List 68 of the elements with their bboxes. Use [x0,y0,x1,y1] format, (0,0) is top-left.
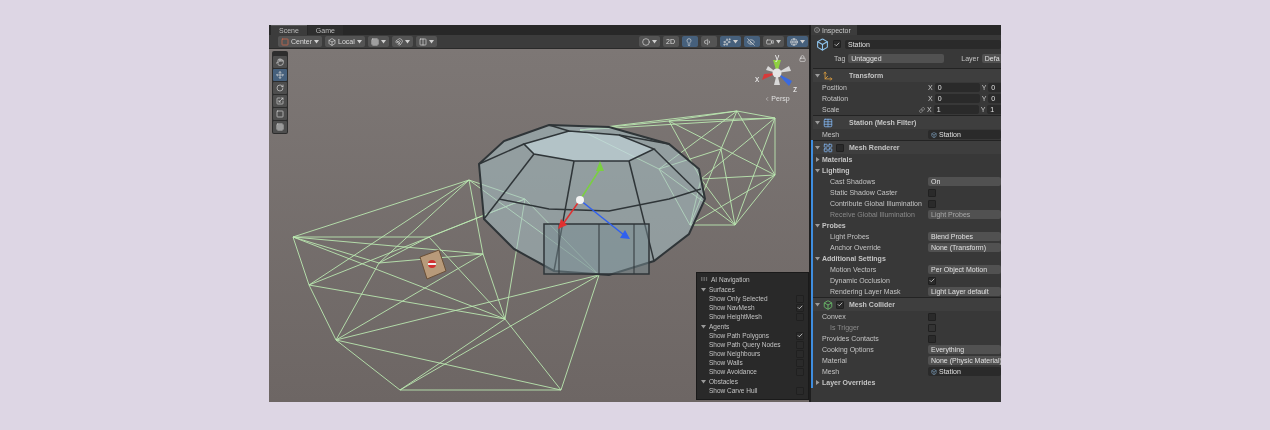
sparkles-icon [723,37,731,46]
lightbulb-icon [685,37,693,46]
info-icon [814,27,820,33]
tool-button[interactable] [273,56,287,68]
foldout-triangle-icon[interactable] [815,73,820,78]
checkbox[interactable] [928,188,936,197]
axes-icon [823,70,833,81]
toolbar-icon-button[interactable] [763,36,784,47]
tool-button[interactable] [273,121,287,133]
toolbar-icon-button[interactable] [744,36,760,47]
checkbox[interactable] [928,334,936,343]
move-icon [276,71,284,79]
checkbox[interactable] [833,40,841,48]
collider-icon [823,299,833,310]
globe-icon [790,37,798,46]
toolbar-icon-button[interactable] [639,36,660,47]
camera-icon [766,37,774,46]
toolbar-icon-button[interactable] [701,36,717,47]
foldout-triangle-icon[interactable] [701,323,706,329]
toolbar-icon-button[interactable] [787,36,808,47]
eye-off-icon [747,37,755,46]
checkbox[interactable] [928,276,936,285]
rotate-icon [276,84,284,92]
toolbar-icon-button[interactable] [367,36,389,47]
rect-icon [276,110,284,118]
scale-icon [276,97,284,105]
lock-icon[interactable] [799,55,806,62]
magnet-icon [394,37,403,46]
foldout-triangle-icon[interactable] [815,223,820,228]
speaker-icon [704,37,712,46]
toolbar-icon-button[interactable] [415,36,437,47]
checkbox[interactable] [796,331,804,340]
mesh-icon [931,131,937,138]
cube-icon [328,37,336,46]
chevron-left-icon [764,95,771,102]
hand-icon [276,58,284,66]
columns-icon [418,37,427,46]
tool-button[interactable] [273,69,287,81]
checkbox[interactable] [836,143,844,152]
toolbar-icon-button[interactable] [391,36,413,47]
foldout-triangle-icon[interactable] [815,380,820,385]
crate-drawing [419,249,447,280]
foldout-triangle-icon[interactable] [701,378,706,384]
toolbar-icon-button[interactable] [682,36,698,47]
checkbox[interactable] [796,303,804,312]
axis-label: y [775,53,780,62]
axis-label: x [755,74,760,84]
foldout-triangle-icon[interactable] [815,168,820,173]
cube-icon [816,37,829,51]
grip-icon[interactable] [700,275,708,283]
tool-button[interactable] [273,82,287,94]
mesh-icon [931,368,937,375]
circle-icon [642,37,650,46]
checkbox[interactable] [836,300,844,309]
tool-button[interactable] [273,95,287,107]
tool-button[interactable] [273,108,287,120]
pivot-icon [281,37,289,46]
foldout-triangle-icon[interactable] [701,286,706,292]
foldout-triangle-icon[interactable] [815,157,820,162]
orientation-gizmo-icon[interactable] [762,60,792,86]
checkbox[interactable] [928,312,936,321]
axis-label: z [793,84,798,93]
checkbox[interactable] [928,199,936,208]
foldout-triangle-icon[interactable] [815,145,820,150]
foldout-triangle-icon[interactable] [815,120,820,125]
foldout-triangle-icon[interactable] [815,256,820,261]
foldout-triangle-icon[interactable] [815,302,820,307]
toolbar-icon-button[interactable] [720,36,741,47]
